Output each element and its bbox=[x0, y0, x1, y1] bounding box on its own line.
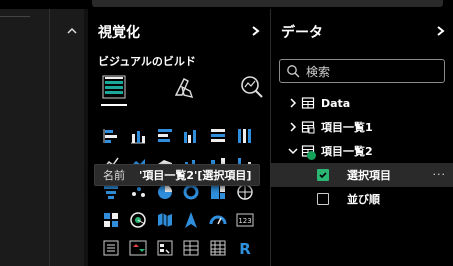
slicer-icon[interactable] bbox=[151, 234, 178, 262]
kpi-icon[interactable] bbox=[125, 234, 152, 262]
chevron-up-icon[interactable] bbox=[65, 23, 79, 37]
filled-map-icon[interactable] bbox=[98, 206, 125, 234]
100-stacked-column-icon[interactable] bbox=[231, 122, 258, 150]
table-name: 項目一覧2 bbox=[321, 145, 373, 158]
table-icon bbox=[301, 96, 315, 110]
chevron-right-icon[interactable] bbox=[287, 121, 299, 133]
canvas-divider bbox=[0, 16, 30, 17]
collapse-data-icon[interactable] bbox=[435, 23, 447, 37]
field-checkbox[interactable] bbox=[317, 169, 329, 181]
r-visual-icon[interactable]: R bbox=[231, 234, 258, 262]
search-icon bbox=[287, 65, 300, 78]
azure-map-icon[interactable] bbox=[151, 206, 178, 234]
stacked-bar-icon[interactable] bbox=[98, 122, 125, 150]
field-tree: Data 項目一覧1 項目一覧2 選択項目 ··· 並び順 bbox=[271, 91, 453, 211]
stacked-column-icon[interactable] bbox=[125, 122, 152, 150]
100-stacked-bar-icon[interactable] bbox=[205, 122, 232, 150]
search-placeholder: 検索 bbox=[306, 64, 331, 79]
canvas-scrollbar[interactable] bbox=[84, 9, 88, 266]
visualizations-title: 視覚化 bbox=[98, 25, 140, 41]
gallery-row: 123 bbox=[98, 206, 258, 234]
multirow-card-icon[interactable] bbox=[98, 234, 125, 262]
table-name: 項目一覧1 bbox=[321, 121, 373, 134]
table-row-data[interactable]: Data bbox=[271, 91, 453, 115]
data-pane: データ 検索 Data 項目一覧1 項目一覧2 選択項目 ··· 並び順 bbox=[270, 9, 453, 266]
table-row-list1[interactable]: 項目一覧1 bbox=[271, 115, 453, 139]
format-paintbrush-icon[interactable] bbox=[168, 72, 200, 102]
analytics-magnifier-icon[interactable] bbox=[236, 72, 268, 102]
in-use-badge bbox=[307, 151, 316, 160]
field-row-selected-item[interactable]: 選択項目 ··· bbox=[271, 163, 453, 187]
tooltip-value: '項目一覧2'[選択項目] bbox=[139, 169, 252, 182]
field-checkbox[interactable] bbox=[317, 193, 329, 205]
shape-map-icon[interactable] bbox=[125, 206, 152, 234]
card-icon-text: 123 bbox=[238, 217, 251, 225]
matrix-icon[interactable] bbox=[205, 234, 232, 262]
report-canvas-edge bbox=[0, 9, 88, 266]
field-name: 並び順 bbox=[347, 193, 380, 206]
table-row-list2[interactable]: 項目一覧2 bbox=[271, 139, 453, 163]
gallery-row bbox=[98, 122, 258, 150]
search-input[interactable]: 検索 bbox=[279, 59, 445, 83]
chevron-down-icon[interactable] bbox=[287, 145, 299, 157]
r-visual-letter: R bbox=[239, 240, 251, 258]
clustered-column-icon[interactable] bbox=[178, 122, 205, 150]
data-title: データ bbox=[281, 25, 323, 41]
field-row-sort-order[interactable]: 並び順 bbox=[271, 187, 453, 211]
top-scrollbar[interactable] bbox=[92, 0, 443, 7]
gallery-row: R bbox=[98, 234, 258, 262]
more-options-icon[interactable]: ··· bbox=[433, 168, 447, 181]
field-name-tooltip: 名前 '項目一覧2'[選択項目] bbox=[94, 164, 261, 186]
top-strip bbox=[88, 0, 453, 9]
tooltip-label: 名前 bbox=[103, 169, 125, 182]
clustered-bar-icon[interactable] bbox=[151, 122, 178, 150]
arrow-icon[interactable] bbox=[178, 206, 205, 234]
collapse-visualizations-icon[interactable] bbox=[250, 23, 262, 37]
gauge-icon[interactable] bbox=[205, 206, 232, 234]
visual-gallery: 123 R bbox=[98, 122, 258, 262]
visualizations-pane: 視覚化 ビジュアルのビルド 123 R bbox=[90, 9, 270, 266]
calculated-table-icon bbox=[301, 120, 315, 134]
table-build-icon[interactable] bbox=[98, 72, 130, 106]
build-visual-label: ビジュアルのビルド bbox=[98, 55, 196, 68]
build-visual-toolbar bbox=[98, 72, 268, 112]
table-name: Data bbox=[321, 96, 351, 110]
canvas-vertical-divider bbox=[49, 9, 50, 266]
field-name: 選択項目 bbox=[347, 169, 391, 182]
card-icon[interactable]: 123 bbox=[231, 206, 258, 234]
table-icon[interactable] bbox=[178, 234, 205, 262]
calculated-table-icon bbox=[301, 144, 316, 160]
chevron-right-icon[interactable] bbox=[287, 97, 299, 109]
